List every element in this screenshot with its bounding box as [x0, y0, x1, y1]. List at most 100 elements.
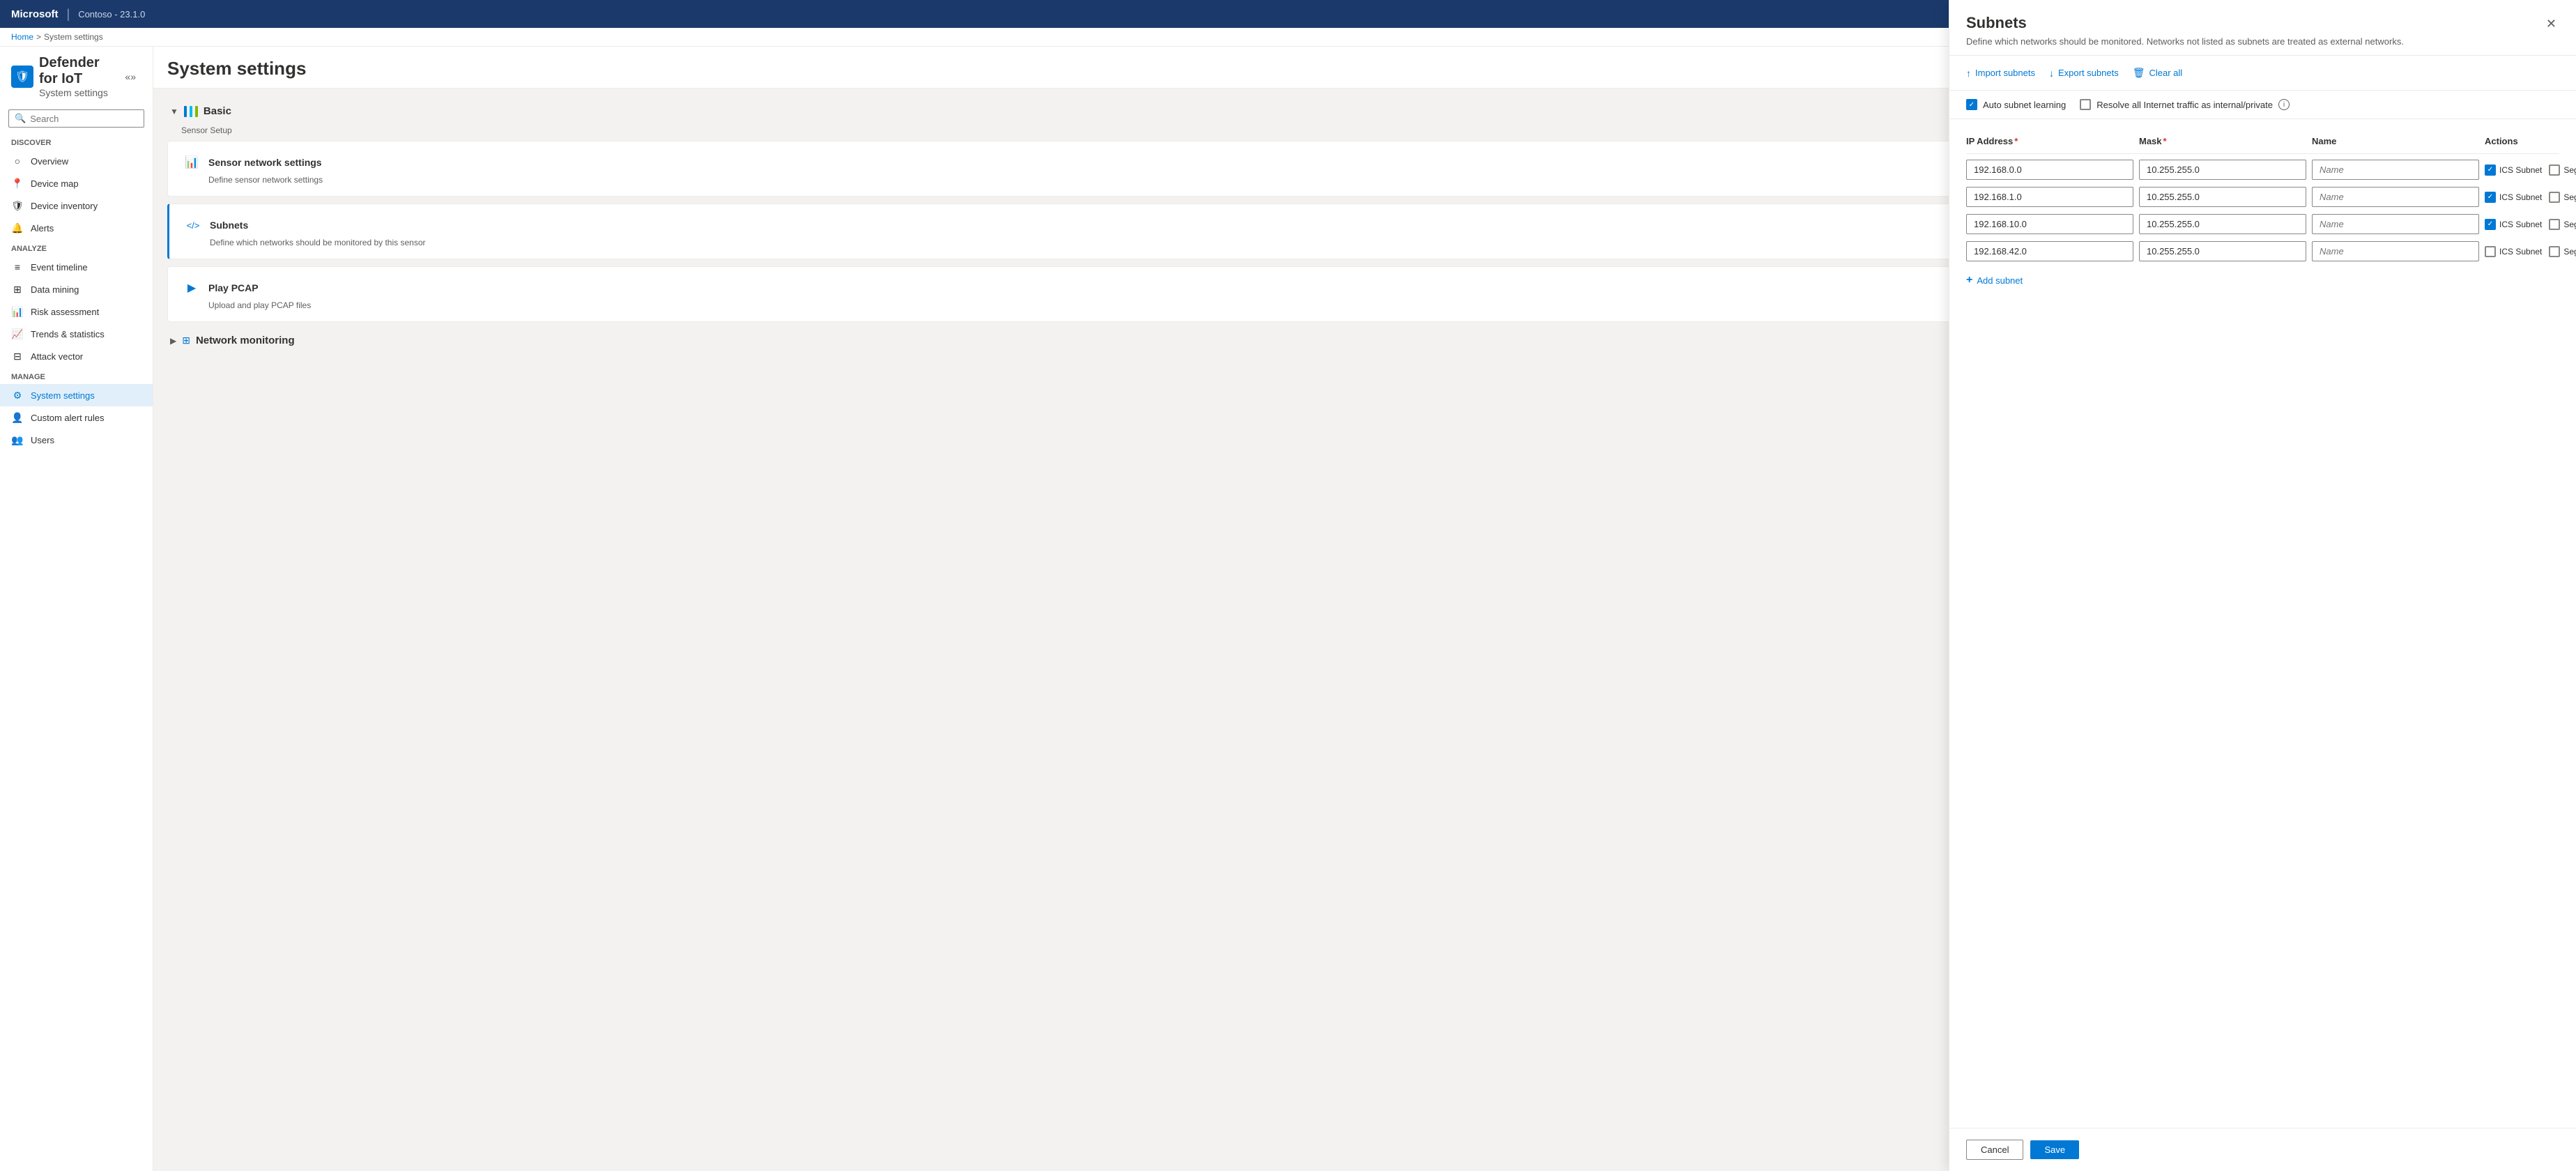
import-subnets-button[interactable]: ↑ Import subnets [1966, 65, 2035, 82]
table-header: IP Address* Mask* Name Actions [1966, 130, 2559, 154]
cancel-button[interactable]: Cancel [1966, 1140, 2023, 1160]
sidebar-item-risk-assessment-label: Risk assessment [31, 307, 99, 317]
sidebar-item-users-label: Users [31, 435, 54, 445]
subnet-1-name-input[interactable] [2312, 187, 2479, 207]
sidebar-collapse-button[interactable]: «» [119, 66, 141, 88]
sidebar-item-custom-alert-rules[interactable]: 👤 Custom alert rules [0, 406, 153, 429]
subnet-3-segregated-label[interactable]: Segregated [2549, 246, 2576, 257]
breadcrumb-current: System settings [44, 32, 103, 42]
export-subnets-label: Export subnets [2058, 68, 2119, 78]
subnet-3-segregated-text: Segregated [2563, 247, 2576, 257]
subnets-icon: </> [183, 215, 203, 235]
search-icon: 🔍 [15, 113, 26, 124]
subnet-2-mask-input[interactable] [2139, 214, 2306, 234]
subnet-1-ics-label[interactable]: ✓ ICS Subnet [2485, 192, 2542, 203]
brand-name: Microsoft [11, 8, 59, 20]
resolve-internet-option[interactable]: Resolve all Internet traffic as internal… [2080, 99, 2290, 110]
event-timeline-icon: ≡ [11, 261, 24, 273]
subnet-2-segregated-label[interactable]: Segregated [2549, 219, 2576, 230]
risk-assessment-icon: 📊 [11, 305, 24, 318]
panel-body: IP Address* Mask* Name Actions ✓ ICS Sub… [1949, 119, 2576, 1128]
subnet-2-ics-checkbox[interactable]: ✓ [2485, 219, 2496, 230]
subnet-0-ics-label[interactable]: ✓ ICS Subnet [2485, 164, 2542, 176]
subnet-3-ip-input[interactable] [1966, 241, 2133, 261]
network-monitoring-icon: ⊞ [182, 335, 190, 346]
subnet-1-segregated-checkbox[interactable] [2549, 192, 2560, 203]
sidebar-item-device-inventory[interactable]: 🛡 Device inventory [0, 194, 153, 217]
subnet-0-name-input[interactable] [2312, 160, 2479, 180]
subnets-card-title: Subnets [210, 220, 248, 231]
device-map-icon: 📍 [11, 177, 24, 190]
system-settings-icon: ⚙ [11, 389, 24, 401]
sidebar-item-risk-assessment[interactable]: 📊 Risk assessment [0, 300, 153, 323]
col-name: Name [2312, 136, 2479, 146]
subnet-3-name-input[interactable] [2312, 241, 2479, 261]
sidebar-item-device-map[interactable]: 📍 Device map [0, 172, 153, 194]
sidebar-item-attack-vector-label: Attack vector [31, 351, 83, 362]
mask-required-star: * [2163, 136, 2167, 146]
subnet-0-ics-checkbox[interactable]: ✓ [2485, 164, 2496, 176]
topbar-divider: | [67, 7, 70, 22]
subnet-2-ip-input[interactable] [1966, 214, 2133, 234]
subnet-3-ics-checkbox[interactable] [2485, 246, 2496, 257]
subnet-2-segregated-checkbox[interactable] [2549, 219, 2560, 230]
sidebar-item-trends-statistics-label: Trends & statistics [31, 329, 105, 339]
sidebar-item-data-mining[interactable]: ⊞ Data mining [0, 278, 153, 300]
search-box: 🔍 [8, 109, 144, 128]
ip-required-star: * [2014, 136, 2018, 146]
sidebar-item-event-timeline-label: Event timeline [31, 262, 88, 273]
subnet-2-ics-label[interactable]: ✓ ICS Subnet [2485, 219, 2542, 230]
sidebar-item-device-map-label: Device map [31, 178, 79, 189]
subnet-0-ip-input[interactable] [1966, 160, 2133, 180]
subnet-1-segregated-text: Segregated [2563, 192, 2576, 202]
sidebar-item-custom-alert-rules-label: Custom alert rules [31, 413, 104, 423]
subnet-0-segregated-checkbox[interactable] [2549, 164, 2560, 176]
sidebar-item-trends-statistics[interactable]: 📈 Trends & statistics [0, 323, 153, 345]
subnet-2-name-input[interactable] [2312, 214, 2479, 234]
sidebar-item-alerts[interactable]: 🔔 Alerts [0, 217, 153, 239]
subnet-row: ✓ ICS Subnet Segregated 🗑 [1966, 160, 2559, 180]
custom-alert-rules-icon: 👤 [11, 411, 24, 424]
subnet-1-mask-input[interactable] [2139, 187, 2306, 207]
network-monitoring-chevron-icon: ▶ [170, 336, 176, 346]
sidebar-item-event-timeline[interactable]: ≡ Event timeline [0, 256, 153, 278]
sidebar-item-system-settings-label: System settings [31, 390, 95, 401]
breadcrumb-home[interactable]: Home [11, 32, 33, 42]
resolve-internet-checkbox[interactable] [2080, 99, 2091, 110]
sensor-network-card-title: Sensor network settings [208, 157, 322, 168]
subnet-1-ics-text: ICS Subnet [2499, 192, 2542, 202]
sidebar-item-overview-label: Overview [31, 156, 68, 167]
subnet-3-mask-input[interactable] [2139, 241, 2306, 261]
save-button[interactable]: Save [2030, 1140, 2079, 1159]
export-subnets-button[interactable]: ↓ Export subnets [2049, 65, 2119, 82]
subnet-1-ics-checkbox[interactable]: ✓ [2485, 192, 2496, 203]
auto-subnet-checkbox[interactable]: ✓ [1966, 99, 1977, 110]
subnet-2-segregated-text: Segregated [2563, 220, 2576, 229]
sidebar-item-overview[interactable]: ○ Overview [0, 150, 153, 172]
sidebar-item-system-settings[interactable]: ⚙ System settings [0, 384, 153, 406]
auto-subnet-option[interactable]: ✓ Auto subnet learning [1966, 99, 2066, 110]
section-chevron-icon: ▼ [170, 107, 178, 116]
subnet-0-mask-input[interactable] [2139, 160, 2306, 180]
subnet-0-segregated-label[interactable]: Segregated [2549, 164, 2576, 176]
sidebar-item-users[interactable]: 👥 Users [0, 429, 153, 451]
play-pcap-icon: ▶ [182, 278, 201, 298]
subnet-1-segregated-label[interactable]: Segregated [2549, 192, 2576, 203]
basic-section-label: Basic [204, 105, 231, 117]
import-subnets-label: Import subnets [1975, 68, 2035, 78]
subnet-1-ip-input[interactable] [1966, 187, 2133, 207]
add-subnet-label: Add subnet [1977, 275, 2023, 286]
app-title: Defender for IoT [39, 55, 114, 87]
section-bar-decoration [184, 106, 198, 117]
sidebar-item-attack-vector[interactable]: ⊟ Attack vector [0, 345, 153, 367]
search-input[interactable] [30, 114, 138, 124]
subnet-3-ics-label[interactable]: ICS Subnet [2485, 246, 2542, 257]
subnet-3-segregated-checkbox[interactable] [2549, 246, 2560, 257]
add-subnet-button[interactable]: + Add subnet [1966, 268, 2023, 292]
panel-header: Subnets Define which networks should be … [1949, 47, 2576, 56]
clear-all-button[interactable]: 🗑 Clear all [2133, 64, 2182, 82]
data-mining-icon: ⊞ [11, 283, 24, 296]
app-title-block: Defender for IoT System settings [39, 55, 114, 98]
topbar-version: Contoso - 23.1.0 [78, 9, 145, 20]
section-bar-3 [195, 106, 198, 117]
